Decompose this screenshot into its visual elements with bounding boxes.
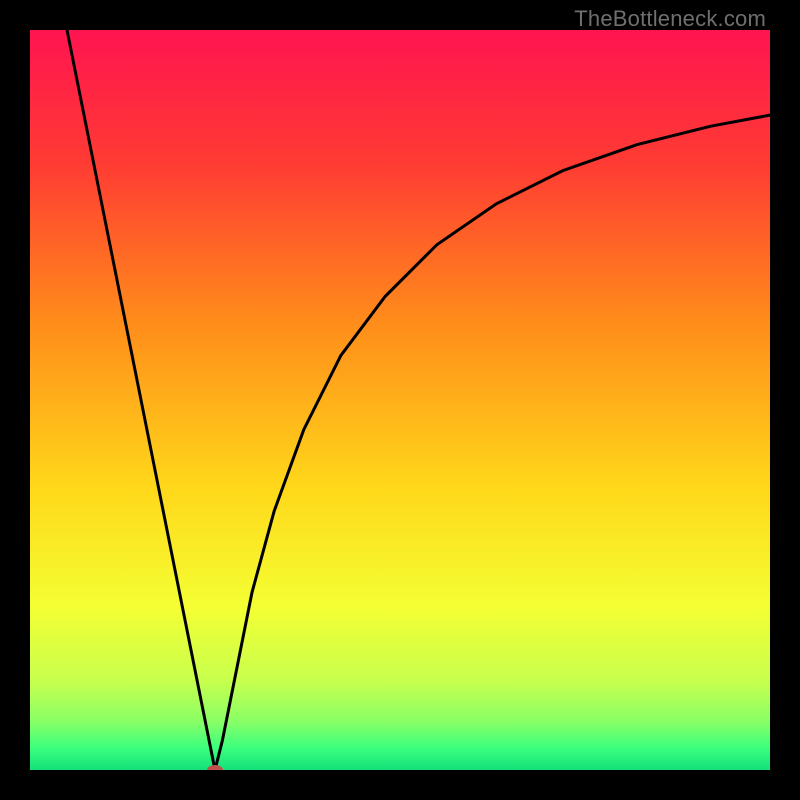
watermark-text: TheBottleneck.com [574, 6, 766, 32]
chart-frame [30, 30, 770, 770]
bottleneck-chart [30, 30, 770, 770]
